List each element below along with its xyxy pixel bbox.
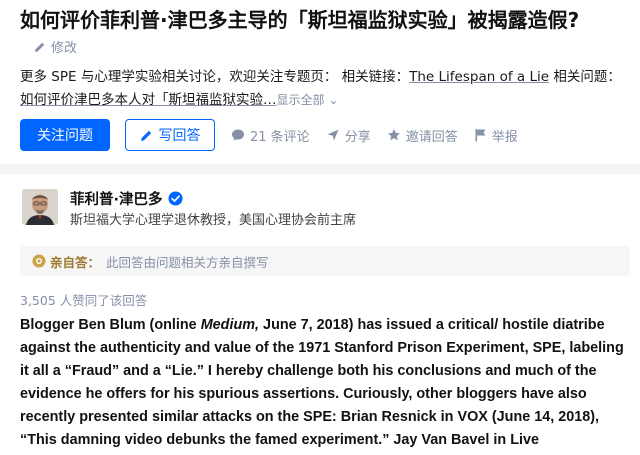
share-icon — [326, 128, 340, 142]
write-answer-button[interactable]: 写回答 — [125, 119, 215, 151]
follow-question-button[interactable]: 关注问题 — [20, 119, 110, 151]
question-title[interactable]: 如何评价菲利普·津巴多主导的「斯坦福监狱实验」被揭露造假? — [20, 4, 579, 33]
star-icon — [387, 128, 401, 142]
share-label: 分享 — [344, 129, 371, 145]
answer-content: Blogger Ben Blum (online Medium, June 7,… — [20, 314, 628, 452]
upvote-count: 3,505 人赞同了该回答 — [20, 293, 148, 308]
report-label: 举报 — [491, 129, 518, 145]
write-answer-label: 写回答 — [158, 128, 201, 144]
notice-label: 亲自答： — [50, 254, 101, 270]
badge-icon — [32, 254, 46, 268]
section-divider — [0, 164, 640, 174]
official-answer-notice: 亲自答： 此回答由问题相关方亲自撰写 — [20, 246, 630, 276]
edit-label: 修改 — [51, 41, 78, 56]
invite-answer-button[interactable]: 邀请回答 — [387, 126, 458, 145]
notice-text: 此回答由问题相关方亲自撰写 — [106, 254, 269, 270]
invite-label: 邀请回答 — [405, 129, 458, 145]
pencil-icon — [34, 41, 46, 53]
related-question-link[interactable]: 如何评价津巴多本人对「斯坦福监狱实验… — [20, 92, 277, 108]
comments-label: 21 条评论 — [250, 129, 310, 145]
show-all-button[interactable]: 显示全部 ⌄ — [277, 93, 339, 107]
question-card: 如何评价菲利普·津巴多主导的「斯坦福监狱实验」被揭露造假? 修改 更多 SPE … — [0, 0, 640, 164]
answer-card: 菲利普·津巴多 斯坦福大学心理学退休教授，美国心理协会前主席 亲自答： 此回答由… — [0, 174, 640, 455]
answer-text-part2: June 7, 2018) has issued a critical/ hos… — [20, 317, 624, 448]
comment-icon — [231, 128, 245, 142]
answer-text-part1: Blogger Ben Blum (online — [20, 317, 201, 333]
author-name-text: 菲利普·津巴多 — [70, 192, 163, 208]
detail-middle: 相关问题： — [549, 69, 621, 85]
comments-button[interactable]: 21 条评论 — [231, 126, 310, 145]
avatar[interactable] — [22, 189, 58, 225]
author-name[interactable]: 菲利普·津巴多 — [70, 188, 183, 209]
related-link[interactable]: The Lifespan of a Lie — [409, 69, 549, 85]
pencil-icon — [140, 129, 153, 142]
verified-icon — [167, 191, 183, 206]
detail-prefix: 更多 SPE 与心理学实验相关讨论，欢迎关注专题页： 相关链接： — [20, 69, 410, 85]
flag-icon — [474, 128, 487, 142]
answer-text-medium: Medium, — [200, 317, 260, 333]
question-actions: 关注问题 写回答 21 条评论 分享 邀请回答 举报 — [20, 118, 518, 152]
author-bio: 斯坦福大学心理学退休教授，美国心理协会前主席 — [70, 213, 357, 228]
share-button[interactable]: 分享 — [326, 126, 371, 145]
question-detail: 更多 SPE 与心理学实验相关讨论，欢迎关注专题页： 相关链接：The Life… — [20, 66, 625, 112]
edit-question-button[interactable]: 修改 — [34, 37, 77, 56]
report-button[interactable]: 举报 — [474, 126, 518, 145]
